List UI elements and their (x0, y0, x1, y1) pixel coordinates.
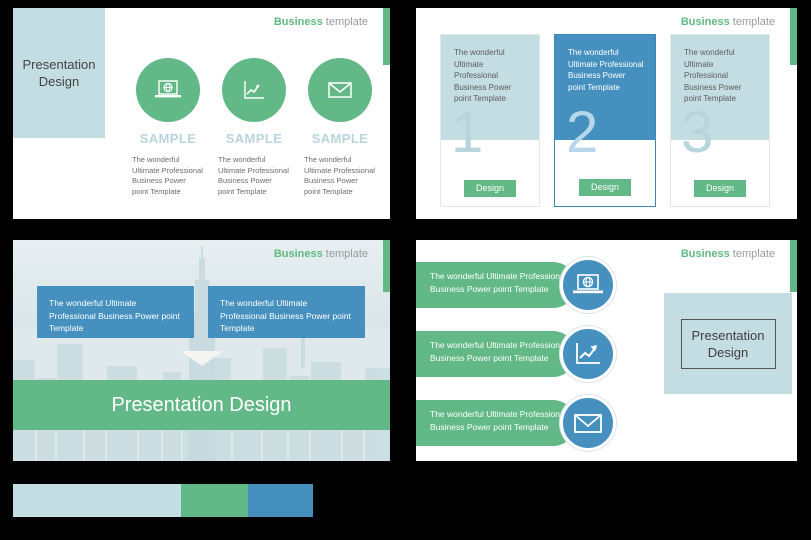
down-triangle-icon (180, 351, 223, 366)
slide-2-card-2-footer: 2 Design (555, 104, 655, 206)
slide-1-label-3: SAMPLE (311, 131, 369, 146)
slide-1-column-2[interactable]: SAMPLE The wonderful Ultimate Profession… (211, 58, 297, 197)
slide-2-cards: The wonderful Ultimate Professional Busi… (440, 34, 770, 207)
line-chart-icon (576, 343, 600, 364)
slide-2-card-1-number: 1 (451, 100, 484, 165)
slide-2-card-2[interactable]: The wonderful Ultimate Professional Busi… (554, 34, 656, 207)
palette-swatch-blue[interactable] (248, 484, 313, 517)
slide-1-title-line2: Design (38, 74, 80, 89)
icon-badge (308, 58, 372, 122)
slide-3-banner: Presentation Design (13, 380, 390, 430)
color-palette-strip (13, 484, 313, 517)
slide-deck-page: Business template Presentation Design SA… (0, 0, 811, 540)
laptop-globe-icon (155, 80, 181, 98)
slide-2[interactable]: Business template The wonderful Ultimate… (416, 8, 797, 219)
slide-3-box-2[interactable]: The wonderful Ultimate Professional Busi… (208, 286, 365, 338)
palette-swatch-green[interactable] (181, 484, 248, 517)
slide-2-card-1-footer: 1 Design (440, 104, 540, 207)
slide-1-label-1: SAMPLE (139, 131, 197, 146)
slide-2-card-1[interactable]: The wonderful Ultimate Professional Busi… (440, 34, 540, 207)
slide-2-header: Business template (681, 16, 775, 29)
slide-1-header: Business template (274, 16, 368, 29)
header-brand: Business (680, 248, 730, 260)
slide-1-label-2: SAMPLE (225, 131, 283, 146)
slide-1-columns: SAMPLE The wonderful Ultimate Profession… (125, 58, 385, 197)
slide-4-row-3-text: The wonderful Ultimate Professional Busi… (416, 400, 576, 446)
envelope-icon (328, 82, 352, 98)
header-brand: Business (273, 248, 323, 260)
slide-1[interactable]: Business template Presentation Design SA… (13, 8, 390, 219)
slide-4[interactable]: Business template The wonderful Ultimate… (416, 240, 797, 461)
header-suffix: template (325, 248, 368, 260)
slide-3[interactable]: Business template The wonderful Ultimate… (13, 240, 390, 461)
slide-4-row-1-text: The wonderful Ultimate Professional Busi… (416, 262, 576, 308)
header-brand: Business (273, 16, 323, 28)
slide-1-desc-1: The wonderful Ultimate Professional Busi… (132, 155, 203, 196)
icon-badge (136, 58, 200, 122)
icon-badge (560, 257, 616, 313)
slide-3-text-boxes: The wonderful Ultimate Professional Busi… (37, 286, 365, 338)
icon-badge (222, 58, 286, 122)
slide-2-card-3[interactable]: The wonderful Ultimate Professional Busi… (670, 34, 770, 207)
slide-4-title-line2: Design (707, 344, 749, 360)
slide-1-title-line1: Presentation (22, 57, 96, 72)
slide-2-card-2-number: 2 (566, 100, 599, 165)
slide-3-box-1[interactable]: The wonderful Ultimate Professional Busi… (37, 286, 194, 338)
icon-badge (560, 395, 616, 451)
header-suffix: template (325, 16, 368, 28)
header-suffix: template (732, 16, 775, 28)
accent-bar (790, 8, 797, 65)
slide-1-desc-3: The wonderful Ultimate Professional Busi… (304, 155, 375, 196)
slide-2-card-1-design-button[interactable]: Design (463, 180, 517, 197)
line-chart-icon (244, 81, 264, 99)
laptop-globe-icon (573, 274, 603, 294)
icon-badge (560, 326, 616, 382)
header-brand: Business (680, 16, 730, 28)
slide-4-title-inner: Presentation Design (680, 318, 776, 369)
slide-2-card-3-number: 3 (681, 100, 714, 165)
accent-bar (383, 240, 390, 292)
slide-4-title-line1: Presentation (691, 327, 765, 343)
slide-2-card-2-design-button[interactable]: Design (578, 179, 632, 196)
envelope-icon (574, 413, 602, 433)
slide-2-card-3-design-button[interactable]: Design (693, 180, 747, 197)
accent-bar (383, 8, 390, 65)
header-suffix: template (732, 248, 775, 260)
slide-3-header: Business template (274, 248, 368, 261)
slide-4-row-2-text: The wonderful Ultimate Professional Busi… (416, 331, 576, 377)
slide-1-title-box: Presentation Design (13, 8, 105, 138)
slide-1-column-1[interactable]: SAMPLE The wonderful Ultimate Profession… (125, 58, 211, 197)
slide-2-card-3-footer: 3 Design (670, 104, 770, 207)
accent-bar (790, 240, 797, 292)
palette-swatch-pale-blue[interactable] (13, 484, 181, 517)
slide-1-desc-2: The wonderful Ultimate Professional Busi… (218, 155, 289, 196)
slide-4-title-panel: Presentation Design (664, 293, 792, 394)
slide-4-header: Business template (681, 248, 775, 261)
slide-1-column-3[interactable]: SAMPLE The wonderful Ultimate Profession… (297, 58, 383, 197)
